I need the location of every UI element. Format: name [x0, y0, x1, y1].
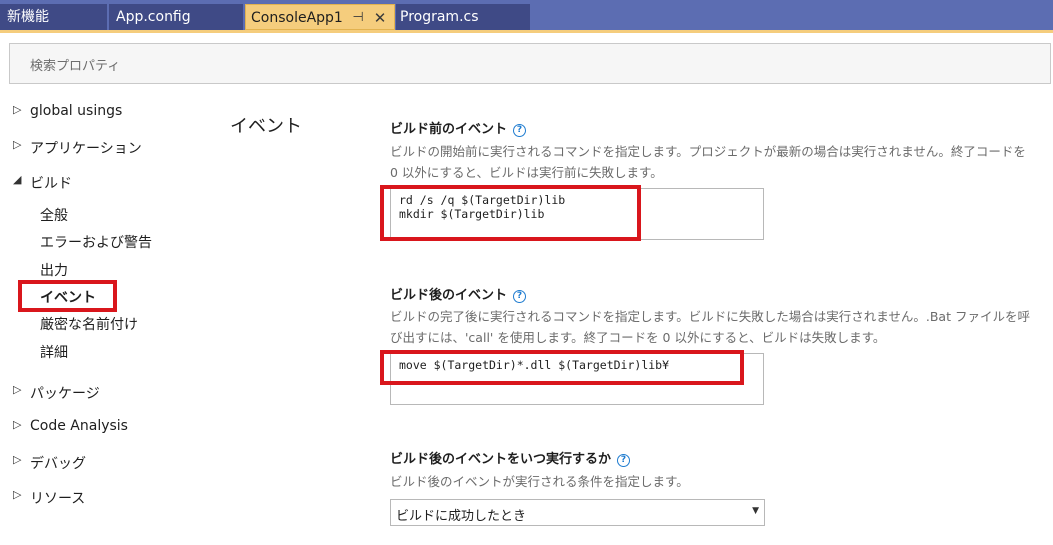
help-icon[interactable]: ? [617, 454, 631, 467]
nav-item-label: パッケージ [30, 386, 100, 402]
run-post-build-title: ビルド後のイベントをいつ実行するか? [390, 448, 631, 467]
chevron-down-icon[interactable]: ◢ [13, 173, 25, 186]
nav-item-label: ビルド [30, 176, 72, 192]
pre-build-title: ビルド前のイベント? [390, 118, 527, 137]
nav-subitem-output[interactable]: 出力 [40, 260, 68, 280]
tab-app-config[interactable]: App.config [109, 4, 243, 30]
section-title: イベント [230, 116, 302, 137]
chevron-right-icon[interactable]: ▷ [13, 383, 25, 396]
tab-consoleapp1[interactable]: ConsoleApp1 ⊣ ✕ [245, 4, 395, 30]
chevron-right-icon[interactable]: ▷ [13, 418, 25, 431]
nav-subitem-general[interactable]: 全般 [40, 205, 68, 225]
search-input[interactable]: 検索プロパティ [9, 43, 1051, 84]
pin-icon[interactable]: ⊣ [350, 5, 366, 31]
active-tab-underline [0, 30, 1053, 33]
tab-label: Program.cs [400, 9, 479, 25]
help-icon[interactable]: ? [513, 124, 527, 137]
tab-new-features[interactable]: 新機能 [0, 4, 107, 30]
chevron-down-icon[interactable]: ▼ [752, 506, 759, 516]
tab-program-cs[interactable]: Program.cs [396, 4, 530, 30]
post-build-title: ビルド後のイベント? [390, 284, 527, 303]
run-post-build-select[interactable]: ビルドに成功したとき ▼ [390, 499, 765, 526]
nav-item-label: Code Analysis [30, 418, 128, 434]
highlight-box-post-build [380, 350, 744, 385]
chevron-right-icon[interactable]: ▷ [13, 453, 25, 466]
document-tab-strip: 新機能 App.config ConsoleApp1 ⊣ ✕ Program.c… [0, 0, 1053, 30]
pre-build-description: ビルドの開始前に実行されるコマンドを指定します。プロジェクトが最新の場合は実行さ… [390, 144, 1026, 180]
nav-subitem-errors-warnings[interactable]: エラーおよび警告 [40, 232, 152, 252]
nav-item-label: global usings [30, 103, 123, 119]
nav-item-label: デバッグ [30, 456, 86, 472]
highlight-box-pre-build [380, 185, 641, 241]
tab-label: 新機能 [7, 9, 49, 25]
post-build-title-text: ビルド後のイベント [390, 288, 508, 303]
chevron-right-icon[interactable]: ▷ [13, 103, 25, 116]
close-icon[interactable]: ✕ [371, 5, 389, 31]
nav-subitem-advanced[interactable]: 詳細 [40, 342, 68, 362]
tab-label: App.config [116, 9, 191, 25]
pre-build-title-text: ビルド前のイベント [390, 122, 508, 137]
tab-label: ConsoleApp1 [251, 10, 343, 26]
highlight-box-events-nav [18, 280, 117, 312]
run-post-build-title-text: ビルド後のイベントをいつ実行するか [390, 452, 612, 467]
nav-item-label: リソース [30, 491, 86, 507]
run-post-build-description: ビルド後のイベントが実行される条件を指定します。 [390, 474, 689, 489]
post-build-description: ビルドの完了後に実行されるコマンドを指定します。ビルドに失敗した場合は実行されま… [390, 309, 1030, 345]
chevron-right-icon[interactable]: ▷ [13, 138, 25, 151]
nav-subitem-strong-naming[interactable]: 厳密な名前付け [40, 314, 138, 334]
chevron-right-icon[interactable]: ▷ [13, 488, 25, 501]
run-post-build-selected-value: ビルドに成功したとき [396, 509, 527, 524]
nav-item-label: アプリケーション [30, 141, 142, 157]
search-placeholder: 検索プロパティ [30, 59, 121, 74]
help-icon[interactable]: ? [513, 290, 527, 303]
